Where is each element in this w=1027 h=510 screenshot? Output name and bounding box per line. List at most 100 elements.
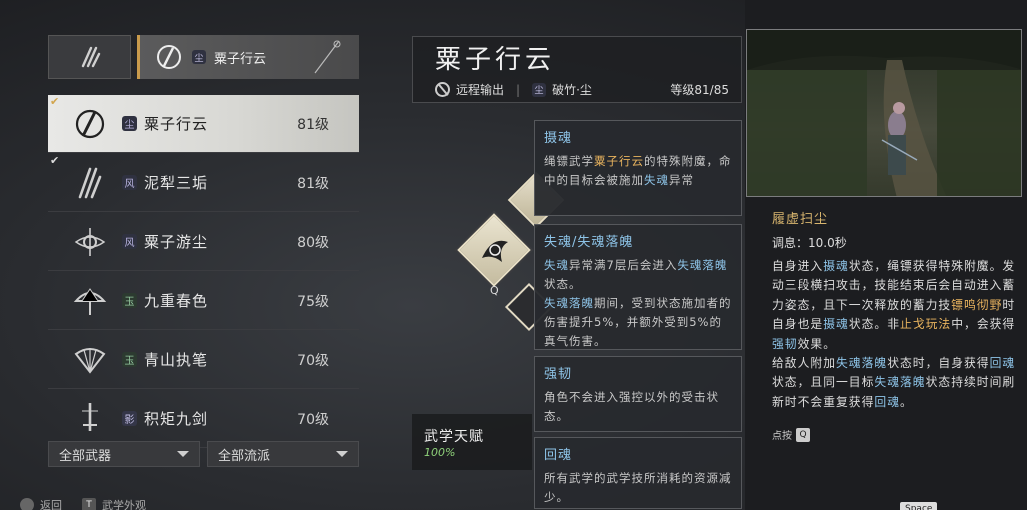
- skill-preview-video: [746, 29, 1022, 197]
- text-segment: 中，会获得: [951, 317, 1016, 332]
- appearance-label: 武学外观: [102, 499, 146, 510]
- text-segment: 自身进入: [772, 259, 824, 273]
- school-badge: 风: [122, 234, 137, 249]
- equipped-check-icon: ✔: [50, 154, 60, 167]
- path-badge: 尘: [192, 50, 206, 64]
- tooltip-text: 角色不会进入强控以外的受击状态。: [544, 388, 732, 426]
- weapon-name: 粟子行云: [144, 115, 209, 133]
- space-hint[interactable]: Space: [900, 502, 943, 510]
- back-label: 返回: [40, 499, 62, 510]
- weapon-filter-value: 全部武器: [59, 448, 112, 464]
- weapon-role: 远程输出: [456, 83, 505, 97]
- tooltip-text: 失魂异常满7层后会进入失魂落魄状态。 失魂落魄期间，受到状态施加者的伤害提升5%，…: [544, 256, 732, 351]
- highlight-term: 回魂: [989, 356, 1016, 371]
- highlight-term: 回魂: [874, 394, 900, 409]
- weapon-title: 粟子行云: [435, 45, 556, 75]
- tooltip-title: 回魂: [544, 448, 573, 463]
- tooltip-title: 摄魂: [544, 131, 573, 146]
- path-badge: 尘: [532, 82, 547, 97]
- weapon-name: 泥犁三垢: [144, 174, 209, 192]
- keyword-tooltip: 强韧角色不会进入强控以外的受击状态。: [534, 356, 742, 432]
- weapon-name: 青山执笔: [144, 351, 209, 369]
- weapon-category-tab[interactable]: [48, 35, 131, 79]
- text-segment: 状态时，自身获得: [887, 356, 990, 371]
- press-hint-label: 点按: [772, 431, 792, 442]
- school-badge: 玉: [122, 293, 137, 308]
- weapon-level: 80级: [297, 234, 329, 251]
- text-segment: 异常: [669, 173, 694, 187]
- school-filter-dropdown[interactable]: 全部流派: [207, 441, 359, 467]
- talent-panel[interactable]: 武学天赋 100%: [412, 414, 532, 470]
- weapon-list: ✔ 尘粟子行云 81级 ✔ 风泥犁三垢 81级风粟子游尘 80级玉九重春色 75级玉青山执笔 7…: [48, 95, 359, 449]
- weapon-row[interactable]: 影积矩九剑 70级: [48, 390, 359, 448]
- rope-dart-skill-icon: [482, 240, 508, 262]
- highlight-term: 粟子行云: [594, 154, 644, 168]
- highlight-term: 失魂落魄: [836, 356, 888, 371]
- skill-key-label: Q: [490, 284, 499, 297]
- text-segment: 给敌人附加: [772, 356, 836, 371]
- umbrella-icon: [70, 281, 110, 321]
- divider: |: [516, 82, 521, 97]
- text-segment: 效果。: [797, 336, 837, 351]
- appearance-key: T: [82, 498, 96, 510]
- weapon-row[interactable]: 玉九重春色 75级: [48, 272, 359, 330]
- tooltip-title: 失魂/失魂落魄: [544, 235, 634, 250]
- weapon-level: 75级: [297, 293, 329, 310]
- text-segment: 绳镖武学: [544, 154, 594, 168]
- chevron-down-icon: [336, 451, 348, 457]
- back-hint[interactable]: 返回: [20, 497, 62, 510]
- text-segment: 状态。: [544, 277, 582, 291]
- weapon-level: 70级: [297, 411, 329, 428]
- keyword-tooltip: 失魂/失魂落魄 失魂异常满7层后会进入失魂落魄状态。 失魂落魄期间，受到状态施加者的…: [534, 224, 742, 350]
- weapon-filter-dropdown[interactable]: 全部武器: [48, 441, 200, 467]
- preview-scene: [747, 30, 1021, 196]
- school-badge: 风: [122, 175, 137, 190]
- talent-title: 武学天赋: [424, 429, 484, 445]
- weapon-row[interactable]: ✔ 风泥犁三垢 81级: [48, 154, 359, 212]
- tooltip-title: 强韧: [544, 367, 573, 382]
- highlight-term: 失魂: [644, 173, 669, 187]
- tooltip-text: 绳镖武学粟子行云的特殊附魔，命中的目标会被施加失魂异常: [544, 152, 732, 190]
- orb-spear-icon: [70, 222, 110, 262]
- press-hint: 点按 Q: [772, 427, 810, 442]
- school-badge: 玉: [122, 352, 137, 367]
- skill-description: 自身进入摄魂状态，绳镖获得特殊附魔。发动三段横扫攻击，技能结束后会自动进入蓄力姿…: [772, 257, 1022, 412]
- text-segment: 状态，且同一目标: [772, 375, 875, 390]
- sword-icon: [70, 399, 110, 439]
- weapon-subtitle: 远程输出 | 尘 破竹·尘: [435, 81, 592, 98]
- selected-tab-label: 粟子行云: [214, 51, 267, 67]
- highlight-term: 失魂落魄: [544, 296, 594, 310]
- weapon-name: 九重春色: [144, 292, 209, 310]
- claw-blades-icon: [81, 46, 100, 68]
- weapon-row[interactable]: 风粟子游尘 80级: [48, 213, 359, 271]
- chevron-down-icon: [177, 451, 189, 457]
- weapon-name: 粟子游尘: [144, 233, 209, 251]
- highlight-term: 失魂落魄: [677, 258, 728, 272]
- text-segment: 状态。非: [848, 317, 901, 332]
- weapon-name: 积矩九剑: [144, 410, 209, 428]
- equipped-check-icon: ✔: [50, 95, 60, 108]
- weapon-row[interactable]: 玉青山执笔 70级: [48, 331, 359, 389]
- school-badge: 影: [122, 411, 137, 426]
- highlight-term: 摄魂: [823, 259, 849, 273]
- weapon-level: 70级: [297, 352, 329, 369]
- weapon-level: 81级: [297, 116, 329, 133]
- text-segment: 角色不会进入强控以外的受击状态。: [544, 390, 719, 423]
- school-filter-value: 全部流派: [218, 448, 271, 464]
- appearance-hint[interactable]: T 武学外观: [82, 497, 146, 510]
- skill-node-q[interactable]: [457, 213, 531, 287]
- selected-weapon-tab[interactable]: 尘 粟子行云: [137, 35, 359, 79]
- text-segment: 。: [900, 394, 913, 409]
- skill-cooldown: 调息：10.0秒: [772, 236, 847, 250]
- press-key: Q: [796, 427, 810, 442]
- text-segment: 所有武学的武学技所消耗的资源减少。: [544, 471, 732, 504]
- rope-dart-icon: [70, 104, 110, 144]
- ranged-role-icon: [435, 82, 450, 97]
- highlight-term: 强韧: [772, 336, 798, 351]
- rope-dart-icon: [157, 45, 181, 69]
- back-key-icon: [20, 498, 34, 510]
- skill-name: 履虚扫尘: [772, 212, 829, 227]
- weapon-level: 等级81/85: [670, 83, 729, 97]
- weapon-silhouette-icon: [314, 40, 341, 74]
- weapon-row[interactable]: ✔ 尘粟子行云 81级: [48, 95, 359, 153]
